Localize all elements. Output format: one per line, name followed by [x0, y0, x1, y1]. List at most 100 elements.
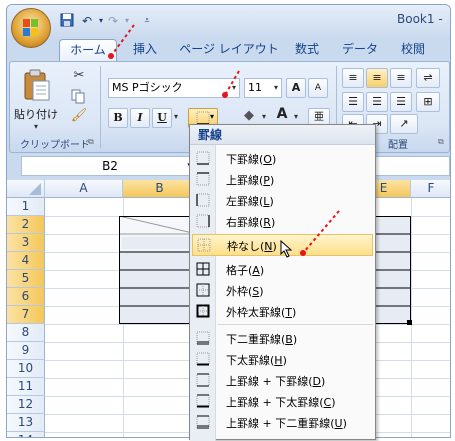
- all-borders-icon: [196, 262, 210, 276]
- shrink-font-button[interactable]: A: [308, 78, 328, 98]
- border-dropdown-menu: 罫線 下罫線(O) 上罫線(P) 左罫線(L) 右罫線(R) 枠なし(N) 格子…: [189, 124, 376, 441]
- menu-separator: [218, 324, 373, 325]
- row-header[interactable]: 3: [7, 234, 45, 252]
- align-top-icon[interactable]: ≡: [342, 68, 364, 88]
- row-header[interactable]: 4: [7, 252, 45, 270]
- row-header[interactable]: 7: [7, 306, 45, 324]
- align-left-icon[interactable]: ☰: [342, 92, 364, 112]
- grow-font-button[interactable]: A: [286, 78, 306, 98]
- menu-item-top-border[interactable]: 上罫線(P): [192, 169, 373, 189]
- row-header[interactable]: 2: [7, 216, 45, 234]
- window-title: Book1 -: [397, 12, 443, 26]
- menu-item-thick-box-border[interactable]: 外枠太罫線(T): [192, 301, 373, 321]
- bottom-border-icon: [196, 111, 210, 125]
- orientation-icon[interactable]: ↗: [390, 114, 418, 134]
- mouse-cursor-icon: [280, 240, 293, 258]
- menu-item-bottom-border[interactable]: 下罫線(O): [192, 148, 373, 168]
- bold-button[interactable]: B: [108, 108, 128, 128]
- group-separator: [100, 66, 101, 148]
- clipboard-launcher-icon[interactable]: ⧉: [88, 137, 94, 147]
- menu-item-top-bottom-border[interactable]: 上罫線 + 下罫線(D): [192, 370, 373, 390]
- left-border-icon: [196, 193, 210, 207]
- underline-button[interactable]: U: [152, 108, 172, 128]
- bottom-double-border-icon: [196, 331, 210, 345]
- redo-dropdown-icon[interactable]: ▾: [119, 13, 135, 29]
- borders-dropdown-icon[interactable]: ▾: [210, 112, 214, 121]
- font-name-dropdown-icon[interactable]: ▾: [232, 79, 236, 97]
- alignment-launcher-icon[interactable]: ⧉: [438, 137, 444, 147]
- wrap-text-icon[interactable]: ⇌: [416, 68, 440, 88]
- menu-item-all-borders[interactable]: 格子(A): [192, 259, 373, 279]
- thick-bottom-border-icon: [196, 352, 210, 366]
- name-box-value: B2: [102, 159, 118, 173]
- ribbon-tabs: ホーム 挿入 ページ レイアウト 数式 データ 校閲: [7, 39, 450, 61]
- merge-center-icon[interactable]: ⊞: [416, 92, 440, 112]
- row-header[interactable]: 1: [7, 198, 45, 216]
- cut-icon[interactable]: ✂: [70, 68, 88, 84]
- tab-formulas[interactable]: 数式: [287, 39, 327, 61]
- row-header[interactable]: 5: [7, 270, 45, 288]
- menu-item-top-double-bottom-border[interactable]: 上罫線 + 下二重罫線(U): [192, 412, 373, 432]
- thick-box-border-icon: [196, 304, 210, 318]
- column-header[interactable]: A: [45, 180, 123, 198]
- menu-title: 罫線: [190, 125, 375, 145]
- column-header[interactable]: B: [123, 180, 197, 198]
- select-all-corner[interactable]: [7, 180, 45, 198]
- name-box[interactable]: B2 ▾: [21, 156, 199, 176]
- bottom-border-icon: [196, 151, 210, 165]
- column-header[interactable]: F: [411, 180, 450, 198]
- office-button[interactable]: [11, 8, 51, 48]
- outside-border-icon: [196, 283, 210, 297]
- font-name-value: MS Pゴシック: [112, 81, 183, 94]
- right-border-icon: [196, 214, 210, 228]
- tab-data[interactable]: データ: [335, 39, 385, 61]
- tab-page-layout[interactable]: ページ レイアウト: [175, 39, 283, 61]
- italic-button[interactable]: I: [130, 108, 150, 128]
- row-header[interactable]: 13: [7, 414, 45, 432]
- copy-icon[interactable]: [70, 88, 88, 104]
- align-middle-icon[interactable]: ≡: [366, 68, 388, 88]
- font-color-dropdown-icon[interactable]: ▾: [294, 112, 298, 121]
- underline-dropdown-icon[interactable]: ▾: [174, 112, 178, 121]
- font-size-combo[interactable]: 11 ▾: [244, 78, 282, 98]
- tab-review[interactable]: 校閲: [393, 39, 433, 61]
- office-logo-icon: [23, 19, 38, 36]
- paste-icon[interactable]: [22, 68, 52, 102]
- menu-item-bottom-double-border[interactable]: 下二重罫線(B): [192, 328, 373, 348]
- row-header[interactable]: 9: [7, 342, 45, 360]
- align-right-icon[interactable]: ☰: [390, 92, 412, 112]
- save-icon[interactable]: [59, 13, 75, 29]
- font-size-value: 11: [248, 81, 262, 94]
- top-bottom-border-icon: [196, 373, 210, 387]
- format-painter-icon[interactable]: 🖌: [70, 108, 88, 124]
- alignment-group-label: 配置: [388, 140, 408, 151]
- font-name-combo[interactable]: MS Pゴシック ▾: [108, 78, 240, 98]
- font-size-dropdown-icon[interactable]: ▾: [274, 79, 278, 97]
- fill-color-dropdown-icon[interactable]: ▾: [262, 112, 266, 121]
- row-header[interactable]: 11: [7, 378, 45, 396]
- tab-insert[interactable]: 挿入: [125, 39, 165, 61]
- row-header[interactable]: 12: [7, 396, 45, 414]
- align-center-icon[interactable]: ☰: [366, 92, 388, 112]
- title-bar: ↶ ▾ ↷ ▾ ⩡ Book1 -: [7, 5, 450, 39]
- tab-home[interactable]: ホーム: [59, 39, 117, 61]
- fill-handle[interactable]: [407, 320, 412, 325]
- active-cell[interactable]: [120, 217, 198, 235]
- customize-qat-icon[interactable]: ⩡: [139, 13, 155, 29]
- row-header[interactable]: 14: [7, 432, 45, 437]
- row-header[interactable]: 10: [7, 360, 45, 378]
- menu-item-left-border[interactable]: 左罫線(L): [192, 190, 373, 210]
- top-thick-bottom-border-icon: [196, 394, 210, 408]
- align-bottom-icon[interactable]: ≡: [390, 68, 412, 88]
- paste-dropdown-icon[interactable]: ▾: [34, 122, 38, 131]
- menu-item-thick-bottom-border[interactable]: 下太罫線(H): [192, 349, 373, 369]
- menu-item-top-thick-bottom-border[interactable]: 上罫線 + 下太罫線(C): [192, 391, 373, 411]
- menu-item-no-border[interactable]: 枠なし(N): [192, 234, 373, 258]
- top-double-bottom-border-icon: [196, 415, 210, 429]
- row-header[interactable]: 8: [7, 324, 45, 342]
- menu-item-outside-border[interactable]: 外枠(S): [192, 280, 373, 300]
- menu-item-right-border[interactable]: 右罫線(R): [192, 211, 373, 231]
- no-border-icon: [197, 238, 211, 252]
- paste-button[interactable]: 貼り付け: [14, 106, 62, 122]
- row-header[interactable]: 6: [7, 288, 45, 306]
